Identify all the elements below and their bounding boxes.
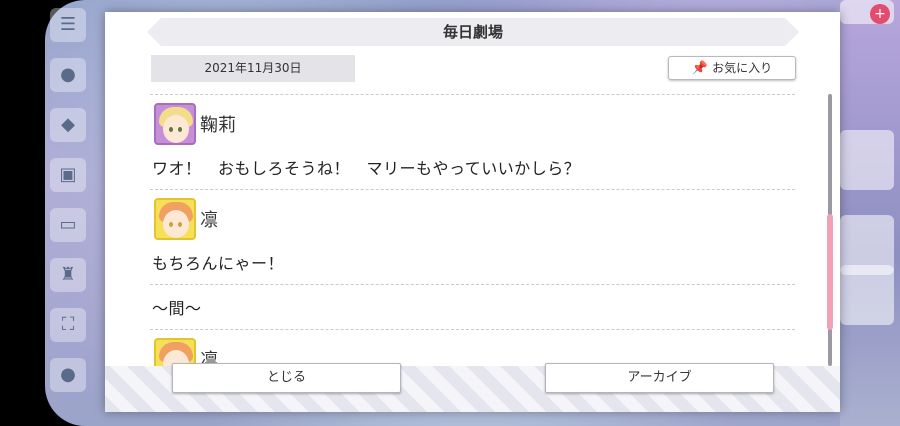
dialogue-line: ワオ！ おもしろそうね！ マリーもやっていいかしら？ [152, 159, 581, 178]
avatar-eye [169, 222, 173, 227]
daily-theater-dialog: 毎日劇場 2021年11月30日 📌 お気に入り 鞠莉 ワオ！ おもしろそうね！ … [105, 12, 840, 412]
narration-line: ～間～ [152, 299, 202, 318]
speaker-row: 凛 [150, 196, 795, 242]
scrollbar[interactable] [827, 94, 833, 366]
speaker-row: 凛 [150, 336, 795, 366]
speaker-name: 鞠莉 [200, 115, 236, 136]
menu-icon[interactable]: ☰ [50, 8, 86, 42]
archive-button[interactable]: アーカイブ [545, 363, 774, 393]
scroll-thumb[interactable] [827, 214, 833, 330]
divider [150, 189, 795, 190]
background-right-panel [840, 0, 900, 426]
trophy-icon[interactable]: ♜ [50, 258, 86, 292]
avatar [154, 103, 196, 145]
favorite-label: お気に入り [712, 61, 773, 75]
avatar-icon[interactable]: ● [50, 358, 86, 392]
divider [150, 329, 795, 330]
dialogue-list[interactable]: 鞠莉 ワオ！ おもしろそうね！ マリーもやっていいかしら？ 凛 もちろんにゃー！… [150, 94, 795, 366]
avatar-face [163, 115, 189, 143]
chat-icon[interactable]: ● [50, 58, 86, 92]
divider [150, 94, 795, 95]
pin-icon: 📌 [691, 61, 709, 76]
avatar-eye [178, 222, 182, 227]
dialog-title: 毎日劇場 [147, 18, 799, 46]
avatar [154, 338, 196, 366]
fullscreen-icon[interactable]: ⛶ [50, 308, 86, 342]
avatar [154, 198, 196, 240]
speaker-name: 凛 [200, 210, 218, 231]
speaker-row: 鞠莉 [150, 101, 795, 147]
side-menu: ☰ ● ◆ ▣ ▭ ♜ ⛶ ● [50, 8, 92, 408]
event-icon[interactable]: ◆ [50, 108, 86, 142]
close-button[interactable]: とじる [172, 363, 401, 393]
right-chip-3[interactable] [840, 265, 894, 325]
plus-badge-icon[interactable]: + [870, 4, 890, 24]
avatar-face [163, 210, 189, 238]
dialogue-line: もちろんにゃー！ [152, 254, 285, 273]
date-label: 2021年11月30日 [151, 55, 355, 82]
favorite-button[interactable]: 📌 お気に入り [668, 56, 796, 80]
right-chip-1[interactable] [840, 130, 894, 190]
avatar-eye [178, 127, 182, 132]
avatar-eye [169, 127, 173, 132]
gift-icon[interactable]: ▣ [50, 158, 86, 192]
monitor-icon[interactable]: ▭ [50, 208, 86, 242]
